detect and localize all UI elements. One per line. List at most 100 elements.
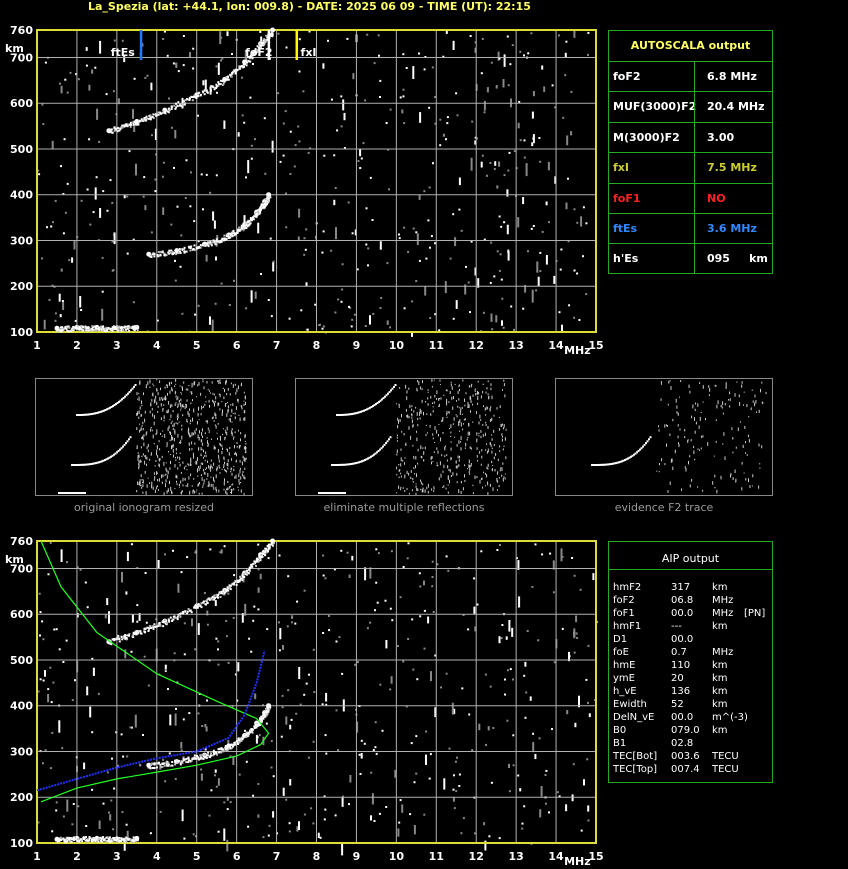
noise-dot [736,381,738,383]
noise-dot [151,429,153,432]
noise-dot [476,411,477,414]
noise-dot [424,489,426,493]
noise-dot [150,428,152,432]
noise-dot [244,467,246,470]
noise-dot [244,440,246,443]
noise-dot [217,449,219,453]
noise-dot [236,388,238,393]
x-tick-label: 3 [113,850,121,863]
noise-dot [472,421,474,423]
noise-dot [214,412,216,416]
noise-dot [446,454,448,456]
noise-dot [226,426,228,431]
noise-dot [240,467,242,470]
noise-dot [672,466,674,470]
noise-dot [206,437,208,439]
noise-dot [224,429,226,431]
noise-dot [199,465,201,469]
noise-dot [188,442,190,446]
y-tick-label: 500 [10,143,33,156]
noise-dot [156,449,158,452]
noise-dot [163,492,165,495]
noise-dot [180,407,182,409]
noise-dot [451,386,453,390]
noise-dot [467,468,469,470]
noise-dot [406,415,408,418]
noise-dot [446,410,448,415]
noise-dot [421,488,423,493]
noise-dot [404,444,406,446]
noise-dot [738,394,740,398]
noise-dot [244,458,246,463]
noise-dot [167,474,169,476]
noise-dot [156,486,158,490]
noise-dot [160,417,162,421]
noise-dot [236,442,238,445]
noise-dot [756,411,757,413]
noise-dot [171,420,173,423]
noise-dot [206,380,208,384]
noise-dot [235,406,237,410]
noise-dot [698,425,700,429]
noise-dot [422,380,423,384]
noise-dot [224,388,225,393]
noise-dot [482,424,484,426]
noise-dot [693,445,695,449]
aip-name: TEC[Bot] [613,751,658,762]
aip-row: foF1 00.0 MHz [PN] [613,608,773,621]
noise-dot [212,416,214,419]
autoscala-row: foF2 6.8 MHz [609,61,772,91]
aip-unit: km [712,660,728,671]
noise-dot [152,413,154,417]
noise-dot [716,404,718,409]
autoscala-value: 3.6 MHz [707,222,757,235]
noise-dot [419,408,421,413]
noise-dot [429,425,431,428]
noise-dot [158,478,160,482]
noise-dot [396,466,398,470]
noise-dot [231,428,233,431]
noise-dot [175,395,177,398]
noise-dot [734,393,736,397]
noise-dot [666,424,667,427]
top-ionogram-chart: 1 2 3 4 5 6 7 8 9 10 11 12 13 14 151002003004005006007… [5,24,604,357]
noise-dot [180,403,182,407]
noise-dot [413,467,415,470]
noise-dot [441,454,443,457]
noise-dot [222,428,224,430]
aip-row: DelN_vE 00.0 m^(-3) [613,712,773,725]
noise-dot [240,476,242,480]
noise-dot [150,403,152,407]
noise-dot [164,433,166,438]
noise-dot [145,432,147,436]
noise-dot [420,479,421,482]
noise-dot [157,405,159,408]
noise-dot [238,478,240,483]
noise-dot [501,423,503,426]
noise-dot [761,381,763,384]
noise-dot [219,379,221,382]
noise-dot [163,415,165,419]
noise-dot [220,436,221,441]
noise-dot [146,456,148,460]
noise-dot [139,381,141,385]
aip-row: h_vE 136 km [613,686,773,699]
noise-dot [411,408,413,411]
noise-dot [447,491,449,494]
aip-value: 0.7 [671,647,687,658]
noise-dot [169,404,171,409]
noise-dot [240,432,242,435]
noise-dot [192,417,193,422]
noise-dot [226,470,227,473]
noise-dot [425,433,427,436]
noise-dot [489,483,491,487]
noise-dot [191,448,193,451]
noise-dot [438,403,440,407]
noise-dot [440,473,442,478]
noise-dot [179,463,181,467]
noise-dot [700,447,702,450]
noise-dot [464,480,466,483]
autoscala-label: ftEs [613,222,638,235]
aip-unit: MHz [712,608,734,619]
noise-dot [765,391,767,394]
